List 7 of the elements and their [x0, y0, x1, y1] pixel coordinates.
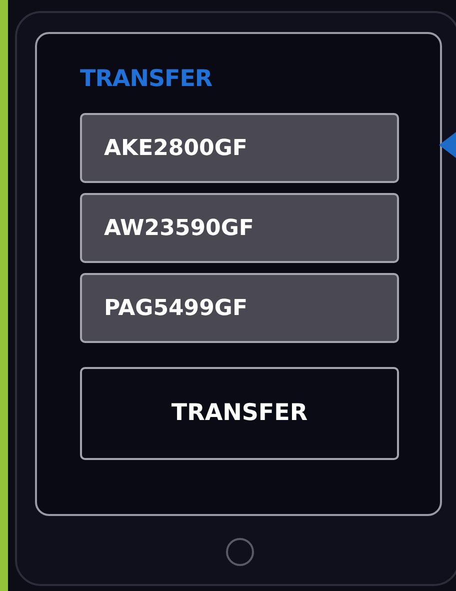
panel-title: TRANSFER: [80, 68, 214, 91]
code-field[interactable]: AW23590GF: [80, 193, 399, 263]
pointer-icon: [439, 132, 456, 158]
transfer-button[interactable]: TRANSFER: [80, 367, 399, 460]
code-field[interactable]: AKE2800GF: [80, 113, 399, 183]
code-field[interactable]: PAG5499GF: [80, 273, 399, 343]
home-button[interactable]: [226, 538, 254, 566]
